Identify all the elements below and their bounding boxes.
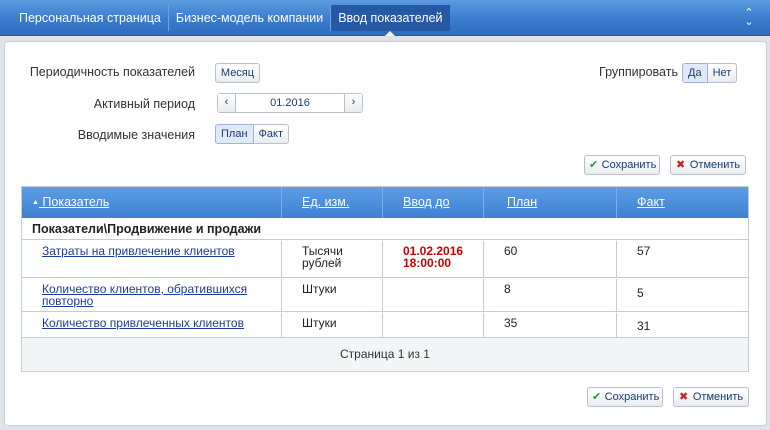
tab-indicator-input[interactable]: Ввод показателей (331, 5, 450, 36)
input-values-toggle: План Факт (215, 124, 289, 144)
column-header-unit[interactable]: Ед. изм. (282, 187, 383, 218)
fact-value[interactable]: 5 (637, 287, 644, 299)
group-label: Группировать (599, 65, 678, 79)
cross-icon: ✖ (679, 391, 689, 403)
group-row-title: Показатели\Продвижение и продажи (22, 218, 748, 240)
periodicity-button[interactable]: Месяц (215, 63, 260, 83)
cross-icon: ✖ (676, 159, 686, 171)
table-row: Количество клиентов, обратившихся повтор… (22, 279, 748, 312)
column-header-indicator-label: Показатель (42, 195, 110, 209)
group-option-yes[interactable]: Да (682, 63, 708, 83)
cell-unit: Тысячи рублей (282, 241, 383, 277)
indicator-link[interactable]: Количество привлеченных клиентов (42, 317, 244, 329)
unit-value: Штуки (302, 282, 337, 296)
unit-value: Тысячи рублей (302, 244, 343, 270)
cancel-button-top[interactable]: ✖ Отменить (670, 155, 746, 175)
cancel-label: Отменить (689, 159, 741, 171)
group-option-no[interactable]: Нет (707, 63, 738, 83)
periodicity-label: Периодичность показателей (29, 65, 195, 79)
cell-indicator: Количество клиентов, обратившихся повтор… (22, 279, 282, 311)
fact-value[interactable]: 57 (637, 245, 650, 257)
main-panel: Периодичность показателей Месяц Активный… (4, 41, 767, 426)
cell-deadline (383, 279, 484, 311)
save-button-top[interactable]: ✔ Сохранить (584, 155, 660, 175)
cell-fact: 31 (617, 313, 748, 337)
cell-plan: 8 (484, 279, 617, 311)
plan-value[interactable]: 8 (504, 283, 511, 295)
cell-indicator: Количество привлеченных клиентов (22, 313, 282, 337)
save-button-bottom[interactable]: ✔ Сохранить (587, 387, 663, 407)
cell-deadline (383, 313, 484, 337)
checkmark-icon: ✔ (589, 159, 599, 171)
column-header-plan[interactable]: План (484, 187, 617, 218)
pagination-info: Страница 1 из 1 (22, 338, 748, 371)
cell-plan: 35 (484, 313, 617, 337)
top-nav-bar: Персональная страница Бизнес-модель комп… (0, 0, 770, 36)
fact-value[interactable]: 31 (637, 320, 650, 332)
prev-period-icon[interactable]: ‹ (218, 94, 236, 112)
tab-personal-page[interactable]: Персональная страница (12, 5, 169, 31)
cell-fact: 57 (617, 241, 748, 277)
cell-indicator: Затраты на привлечение клиентов (22, 241, 282, 277)
cell-fact: 5 (617, 279, 748, 311)
cancel-button-bottom[interactable]: ✖ Отменить (673, 387, 749, 407)
active-period-label: Активный период (93, 97, 195, 111)
sort-asc-icon: ▲ (32, 199, 39, 207)
input-values-label: Вводимые значения (77, 128, 195, 142)
cancel-label: Отменить (692, 391, 744, 403)
cell-deadline: 01.02.2016 18:00:00 (383, 241, 484, 277)
values-option-fact[interactable]: Факт (253, 124, 289, 144)
cell-unit: Штуки (282, 313, 383, 337)
next-period-icon[interactable]: › (344, 94, 362, 112)
values-option-plan[interactable]: План (215, 124, 254, 144)
checkmark-icon: ✔ (592, 391, 602, 403)
column-header-fact[interactable]: Факт (617, 187, 748, 218)
save-label: Сохранить (601, 159, 657, 171)
column-header-indicator[interactable]: ▲ Показатель (22, 187, 282, 218)
collapse-icon[interactable]: ⌃ ⌄ (742, 8, 756, 28)
active-period-picker: ‹ 01.2016 › (217, 93, 363, 113)
tab-strip: Персональная страница Бизнес-модель комп… (12, 5, 450, 36)
indicator-link[interactable]: Количество клиентов, обратившихся повтор… (42, 283, 267, 307)
table-row: Количество привлеченных клиентов Штуки 3… (22, 313, 748, 338)
tab-business-model[interactable]: Бизнес-модель компании (169, 5, 332, 31)
indicators-table: ▲ Показатель Ед. изм. Ввод до План Факт … (21, 186, 749, 372)
table-header: ▲ Показатель Ед. изм. Ввод до План Факт (22, 187, 748, 218)
cell-plan: 60 (484, 241, 617, 277)
save-label: Сохранить (604, 391, 660, 403)
column-header-deadline[interactable]: Ввод до (383, 187, 484, 218)
plan-value[interactable]: 60 (504, 245, 517, 257)
active-period-value[interactable]: 01.2016 (236, 94, 344, 112)
unit-value: Штуки (302, 316, 337, 330)
group-toggle: Да Нет (682, 63, 738, 83)
plan-value[interactable]: 35 (504, 317, 517, 329)
indicator-link[interactable]: Затраты на привлечение клиентов (42, 245, 235, 257)
table-row: Затраты на привлечение клиентов Тысячи р… (22, 241, 748, 278)
deadline-value: 01.02.2016 18:00:00 (403, 244, 464, 270)
cell-unit: Штуки (282, 279, 383, 311)
